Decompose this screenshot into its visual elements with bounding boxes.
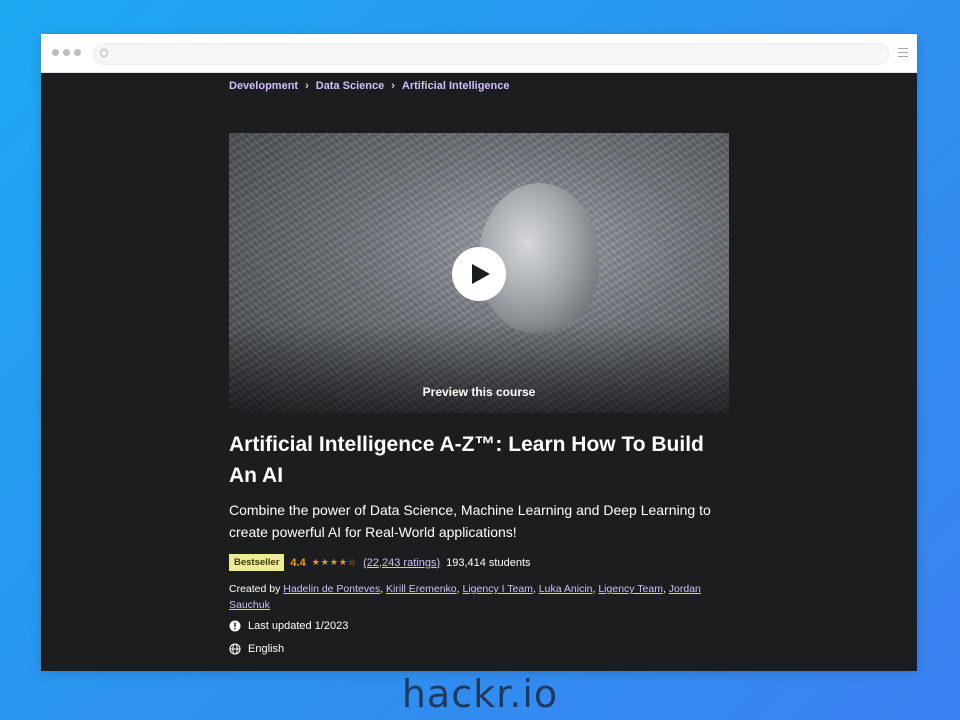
last-updated-row: Last updated 1/2023	[229, 620, 348, 632]
preview-shade	[229, 323, 729, 413]
play-button[interactable]	[452, 247, 506, 301]
created-by-label: Created by	[229, 583, 281, 595]
play-icon	[472, 264, 490, 284]
course-title: Artificial Intelligence A-Z™: Learn How …	[229, 433, 704, 487]
globe-icon	[229, 643, 241, 655]
created-by: Created by Hadelin de Ponteves, Kirill E…	[229, 583, 701, 611]
instructor-link[interactable]: Kirill Eremenko	[386, 583, 457, 595]
browser-toolbar	[41, 34, 917, 73]
site-info-icon[interactable]	[100, 49, 108, 57]
language-text: English	[248, 643, 285, 655]
last-updated-text: Last updated 1/2023	[248, 620, 349, 632]
course-landing: Development › Data Science › Artificial …	[229, 72, 729, 655]
minimize-dot-icon[interactable]	[63, 49, 70, 56]
course-subtitle: Combine the power of Data Science, Machi…	[229, 502, 711, 540]
breadcrumb: Development › Data Science › Artificial …	[229, 80, 729, 92]
instructor-link[interactable]: Luka Anicin	[539, 583, 593, 595]
maximize-dot-icon[interactable]	[74, 49, 81, 56]
course-preview-video[interactable]: Preview this course	[229, 133, 729, 413]
rating-value: 4.4	[290, 556, 306, 569]
chevron-right-icon: ›	[305, 80, 309, 92]
course-stats: Bestseller 4.4 ★★★★☆ (22,243 ratings) 19…	[229, 554, 531, 571]
star-rating-icon: ★★★★☆	[311, 557, 358, 567]
instructor-link[interactable]: Ligency Team	[598, 583, 663, 595]
browser-window: Development › Data Science › Artificial …	[41, 34, 917, 671]
preview-label: Preview this course	[422, 385, 536, 399]
students-count: 193,414 students	[446, 556, 531, 569]
breadcrumb-artificial-intelligence[interactable]: Artificial Intelligence	[402, 80, 510, 92]
alert-badge-icon	[229, 620, 241, 632]
language-row: English	[229, 643, 284, 655]
breadcrumb-development[interactable]: Development	[229, 80, 298, 92]
close-dot-icon[interactable]	[52, 49, 59, 56]
ratings-count-link[interactable]: (22,243 ratings)	[363, 557, 440, 569]
instructor-link[interactable]: Ligency I Team	[463, 583, 533, 595]
hackrio-logo: hackr.io	[401, 672, 559, 716]
chevron-right-icon: ›	[391, 80, 395, 92]
bestseller-badge: Bestseller	[229, 554, 285, 571]
window-controls	[52, 49, 81, 56]
breadcrumb-data-science[interactable]: Data Science	[316, 80, 384, 92]
instructor-link[interactable]: Hadelin de Ponteves	[283, 583, 380, 595]
address-bar[interactable]	[93, 43, 889, 65]
hamburger-menu-icon[interactable]	[898, 48, 908, 60]
